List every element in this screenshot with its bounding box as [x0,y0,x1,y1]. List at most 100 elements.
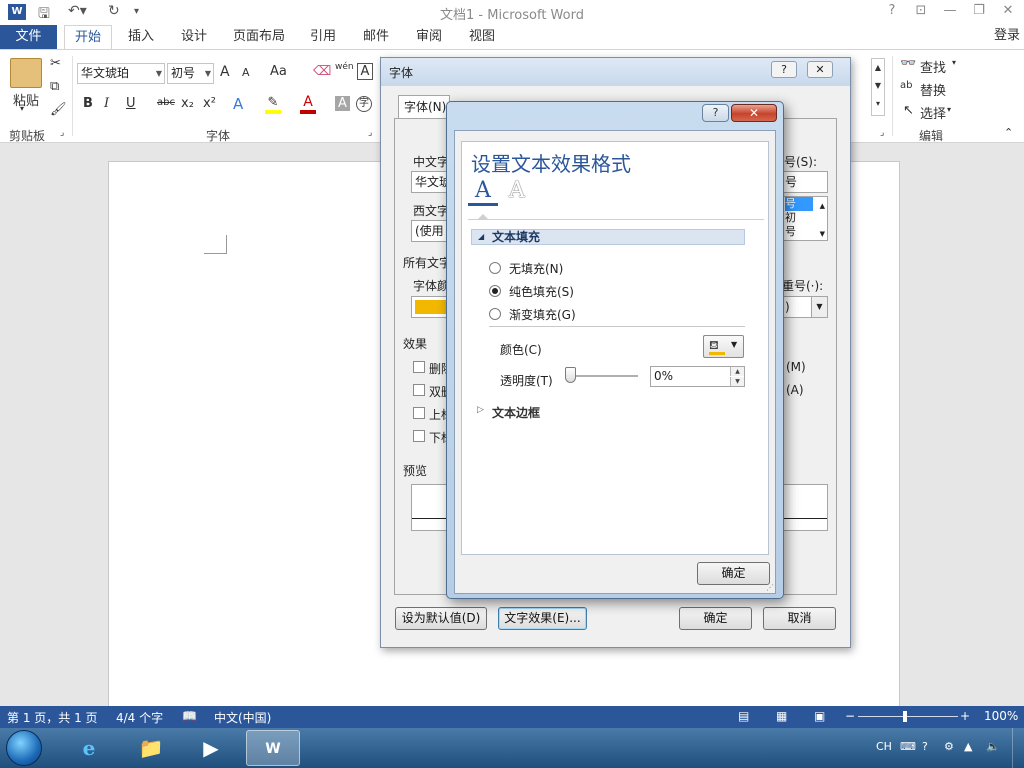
set-as-default-button[interactable]: 设为默认值(D) [395,607,487,630]
no-fill-radio[interactable] [489,262,501,274]
tab-references[interactable]: 引用 [302,25,344,49]
minimize-button[interactable]: — [936,3,964,18]
select-dropdown-icon[interactable]: ▾ [947,105,951,114]
font-dialog-close-button[interactable]: ✕ [807,61,833,78]
size-list[interactable]: 号 初 号 ▲ ▼ [781,196,828,241]
superscript-checkbox[interactable] [413,407,425,419]
clipboard-launcher-icon[interactable]: ⌟ [60,128,64,138]
transparency-slider-thumb[interactable] [565,367,576,383]
size-input[interactable]: 号 [781,171,828,193]
font-ok-button[interactable]: 确定 [679,607,752,630]
styles-scroll-icon[interactable]: ▲ ▼ ▾ [871,58,885,116]
section-text-border[interactable]: ▷ 文本边框 [474,404,744,420]
tab-insert[interactable]: 插入 [120,25,162,49]
close-button[interactable]: ✕ [994,3,1022,18]
print-layout-icon[interactable]: ▦ [776,709,787,723]
subscript-checkbox[interactable] [413,430,425,442]
ime-settings-icon[interactable]: ⚙ [944,740,954,753]
show-hidden-icons-icon[interactable]: ▲ [964,740,972,753]
font-color-icon[interactable]: A [300,94,316,114]
enclose-characters-icon[interactable]: 字 [356,96,372,112]
fx-help-button[interactable]: ? [702,104,729,122]
scroll-down-icon[interactable]: ▼ [820,227,825,240]
page-count[interactable]: 第 1 页，共 1 页 [7,709,98,726]
zoom-level[interactable]: 100% [984,709,1018,723]
spin-down-icon[interactable]: ▼ [730,377,744,386]
expand-triangle-icon[interactable]: ▷ [477,405,484,415]
bold-button[interactable]: B [83,96,93,111]
underline-button[interactable]: U [126,96,136,111]
maximize-button[interactable]: ❐ [965,3,993,18]
text-fill-outline-tab-icon[interactable]: A [468,176,498,206]
media-player-icon[interactable]: ▶ [184,730,238,766]
help-button[interactable]: ? [878,3,906,18]
font-dialog-launcher-icon[interactable]: ⌟ [368,128,372,138]
character-border-icon[interactable]: A [357,63,373,80]
collapse-triangle-icon[interactable]: ◢ [478,230,484,244]
ribbon-display-options-button[interactable]: ⊡ [907,3,935,18]
help-tray-icon[interactable]: ? [922,740,928,753]
read-mode-icon[interactable]: ▤ [738,709,749,723]
paste-button[interactable]: 粘贴 [10,90,42,109]
font-cancel-button[interactable]: 取消 [763,607,836,630]
resize-grip-icon[interactable]: ⋰ [766,583,774,592]
collapse-ribbon-icon[interactable]: ⌃ [1004,126,1013,139]
subscript-button[interactable]: x₂ [181,96,194,111]
text-effects-tab-icon[interactable]: A [502,176,532,206]
volume-icon[interactable]: 🔈 [986,740,1000,753]
tab-design[interactable]: 设计 [173,25,215,49]
character-shading-icon[interactable]: A [335,96,350,111]
color-picker-button[interactable]: ⛾ ▼ [703,335,744,358]
phonetic-guide-icon[interactable]: wén [335,62,354,72]
font-color-picker[interactable] [411,296,451,318]
replace-button[interactable]: 替换 [920,80,946,99]
strikethrough-checkbox[interactable] [413,361,425,373]
keyboard-icon[interactable]: ⌨ [900,740,916,753]
highlight-color-icon[interactable]: ✎ [265,95,281,114]
clear-formatting-icon[interactable]: ⌫ [313,64,331,79]
word-app-icon[interactable]: W [8,4,26,20]
chinese-font-input[interactable]: 华文琥 [411,171,451,193]
file-explorer-icon[interactable]: 📁 [124,730,178,766]
grow-font-icon[interactable]: A [220,64,230,80]
text-effects-icon[interactable]: A [233,95,243,113]
tab-font[interactable]: 字体(N) [398,95,450,119]
save-icon[interactable]: 🖫 [38,3,50,27]
font-name-combo[interactable]: 华文琥珀 ▼ [77,63,165,84]
tab-view[interactable]: 视图 [461,25,503,49]
customize-quick-access-icon[interactable]: ▾ [134,6,139,17]
copy-icon[interactable]: ⧉ [50,79,59,94]
zoom-in-icon[interactable]: + [960,709,970,723]
find-button[interactable]: 查找 [920,57,946,76]
strikethrough-button[interactable]: abc [157,97,175,108]
input-language[interactable]: CH [876,740,892,753]
format-painter-icon[interactable]: 🖌 [50,102,67,117]
select-button[interactable]: 选择 [920,103,946,122]
find-icon[interactable]: 👓 [900,56,916,71]
double-strikethrough-checkbox[interactable] [413,384,425,396]
zoom-slider-thumb[interactable] [903,711,907,722]
tab-file[interactable]: 文件 [0,25,57,49]
show-desktop-button[interactable] [1012,728,1024,768]
word-icon[interactable]: W [246,730,300,766]
size-list-item[interactable]: 初 [785,211,827,225]
shrink-font-icon[interactable]: A [242,66,250,79]
size-list-item[interactable]: 号 [785,197,813,211]
western-font-input[interactable]: (使用 [411,220,451,242]
font-size-combo[interactable]: 初号 ▼ [167,63,214,84]
section-text-fill[interactable]: ◢ 文本填充 [471,229,745,245]
chevron-down-icon[interactable]: ▼ [811,297,827,317]
word-count[interactable]: 4/4 个字 [116,709,163,726]
text-effects-button[interactable]: 文字效果(E)... [498,607,587,630]
emphasis-combo[interactable]: ) ▼ [781,296,828,318]
undo-icon[interactable]: ↶▾ [68,3,87,19]
scroll-up-icon[interactable]: ▲ [820,199,825,213]
find-dropdown-icon[interactable]: ▾ [952,58,956,67]
web-layout-icon[interactable]: ▣ [814,709,825,723]
solid-fill-radio[interactable] [489,285,501,297]
replace-icon[interactable]: ab [900,80,912,91]
styles-launcher-icon[interactable]: ⌟ [880,128,884,138]
sign-in-link[interactable]: 登录 [994,25,1020,47]
font-dialog-help-button[interactable]: ? [771,61,797,78]
chevron-down-icon[interactable]: ▼ [205,64,211,83]
